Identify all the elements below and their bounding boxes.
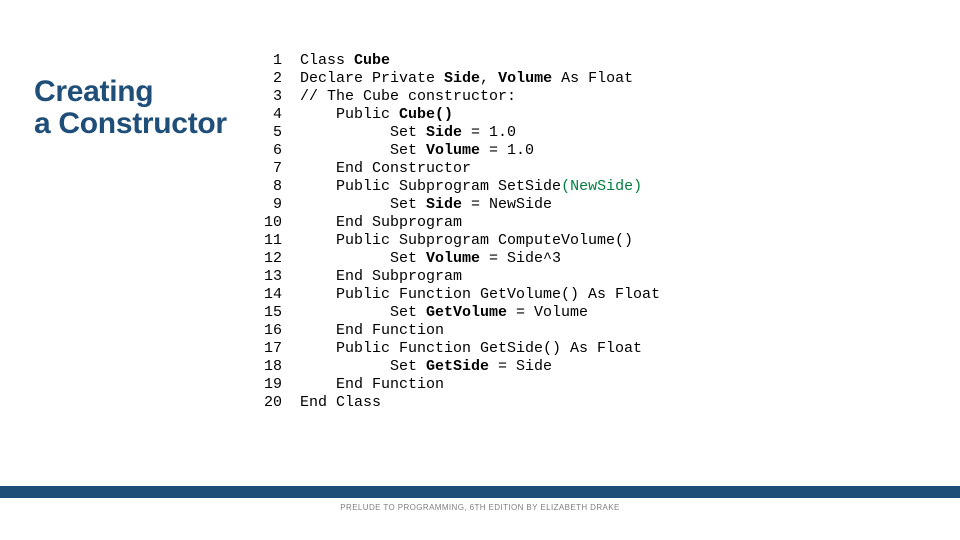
title-line-1: Creating [34,75,153,108]
footer-text: PRELUDE TO PROGRAMMING, 6TH EDITION BY E… [0,503,960,512]
title-line-2: a Constructor [34,107,227,140]
slide: Creating a Constructor 1 Class Cube 2 De… [0,0,960,540]
code-block: 1 Class Cube 2 Declare Private Side, Vol… [264,52,660,412]
slide-title: Creating a Constructor [34,76,227,141]
footer-bar [0,486,960,498]
